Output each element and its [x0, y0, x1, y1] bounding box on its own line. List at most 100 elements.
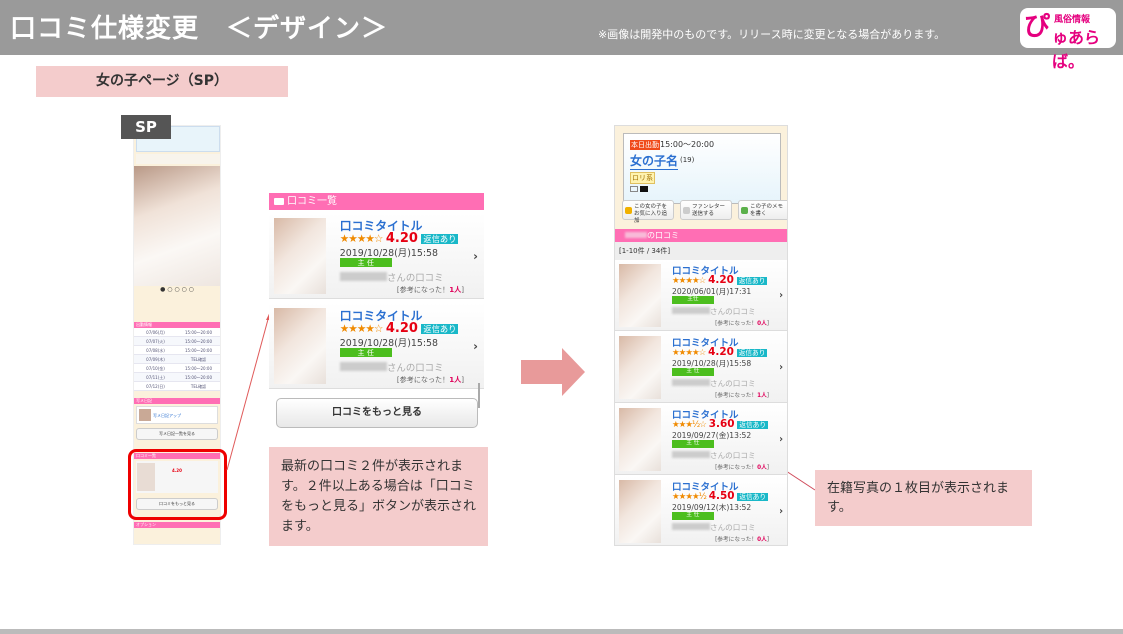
footer-line: [0, 629, 1123, 634]
chevron-right-icon[interactable]: ›: [779, 434, 783, 445]
reviewer-name: さんの口コミ: [672, 378, 756, 389]
review-count: [1-10件 / 34件]: [615, 242, 787, 260]
review-score: 4.20: [708, 346, 734, 359]
review-item[interactable]: 口コミタイトル ★★★½☆ 3.60 返信あり 2019/09/27(金)13:52 主 …: [615, 404, 787, 475]
star-icon: [625, 207, 632, 214]
chevron-right-icon[interactable]: ›: [473, 339, 478, 353]
pencil-icon: [741, 207, 748, 214]
review-photo: [618, 407, 661, 472]
reviewer-name: さんの口コミ: [672, 522, 756, 533]
reviewer-name: さんの口コミ: [672, 306, 756, 317]
review-score: 4.20: [708, 274, 734, 287]
action-button[interactable]: この女の子をお気に入り追加: [622, 200, 674, 224]
helpful-count: [参考になった！0人]: [715, 536, 769, 543]
more-reviews-button[interactable]: 口コミをもっと見る: [276, 398, 478, 428]
helpful-count: [参考になった！1人]: [396, 374, 464, 384]
rank-badge: 主 任: [339, 347, 392, 358]
letter-icon: [683, 207, 690, 214]
today-badge: 本日出勤: [630, 140, 660, 150]
girl-name[interactable]: 女の子名: [630, 152, 679, 170]
review-date: 2019/09/12(木)13:52: [672, 502, 752, 512]
book-icon: [630, 186, 638, 192]
chevron-right-icon[interactable]: ›: [779, 362, 783, 373]
rating-row: ★★★★☆ 4.20 返信あり: [340, 231, 459, 246]
girl-review-title: の口コミ: [647, 231, 679, 240]
rating-row: ★★★½☆ 3.60 返信あり: [672, 418, 768, 430]
chevron-right-icon[interactable]: ›: [779, 290, 783, 301]
star-rating-icon: ★★★★☆: [339, 321, 384, 335]
review-photo: [618, 263, 661, 328]
reply-badge: 返信あり: [737, 421, 768, 430]
review-score: 3.60: [708, 418, 735, 431]
review-photo: [618, 335, 661, 400]
girl-age: (19): [680, 156, 695, 164]
scrollbar[interactable]: [478, 383, 480, 408]
review-item[interactable]: 口コミタイトル ★★★★½ 4.50 返信あり 2019/09/12(木)13:52 主 …: [615, 476, 787, 545]
reviewer-name: さんの口コミ: [672, 450, 756, 461]
rank-badge: 主 任: [672, 368, 714, 376]
reviewer-suffix: さんの口コミ: [710, 450, 756, 460]
reviewer-suffix: さんの口コミ: [710, 522, 756, 532]
connector-lines: [226, 311, 816, 491]
reviewer-suffix: さんの口コミ: [710, 378, 756, 388]
helpful-count: [参考になった！1人]: [396, 284, 464, 294]
chevron-right-icon[interactable]: ›: [779, 506, 783, 517]
helpful-count: [参考になった！1人]: [715, 392, 769, 399]
action-button[interactable]: ファンレター送信する: [680, 200, 732, 220]
reviewer-suffix: さんの口コミ: [386, 272, 444, 284]
review-list-panel: 口コミ一覧 口コミタイトル ★★★★☆ 4.20 返信あり 2019/10/28(月)1…: [269, 193, 484, 431]
arrow-right-icon: [521, 348, 585, 396]
chevron-right-icon[interactable]: ›: [473, 249, 478, 263]
rank-badge: 主 任: [339, 257, 392, 268]
reply-badge: 返信あり: [737, 493, 768, 502]
action-button-label: この女の子をお気に入り追加: [634, 204, 668, 224]
note-box-photo: 在籍写真の１枚目が表示されます。: [815, 470, 1032, 526]
review-date: 2019/10/28(月)15:58: [339, 337, 439, 349]
girl-review-header: の口コミ: [615, 229, 787, 242]
review-item[interactable]: 口コミタイトル ★★★★☆ 4.20 返信あり 2019/10/28(月)15:58 主 …: [269, 213, 484, 299]
review-score: 4.20: [385, 230, 418, 246]
rating-row: ★★★★☆ 4.20 返信あり: [340, 321, 459, 336]
rank-badge: 主 任: [672, 440, 714, 448]
review-date: 2019/10/28(月)15:58: [339, 247, 439, 259]
reviewer-name: さんの口コミ: [339, 270, 444, 284]
reply-badge: 返信あり: [736, 277, 768, 286]
comment-icon: [274, 198, 284, 205]
review-photo: [273, 217, 326, 295]
review-item[interactable]: 口コミタイトル ★★★★☆ 4.20 返信あり 2019/10/28(月)15:58 主 …: [615, 332, 787, 403]
review-list-title: 口コミ一覧: [287, 196, 337, 207]
work-time: 15:00～20:00: [660, 140, 715, 149]
rating-row: ★★★★☆ 4.20 返信あり: [672, 274, 768, 287]
star-rating-icon: ★★★★☆: [339, 231, 384, 245]
girl-info-card: 本日出勤 15:00～20:00 女の子名 (19) ロリ系: [623, 133, 781, 204]
review-photo: [273, 307, 326, 385]
review-item[interactable]: 口コミタイトル ★★★★☆ 4.20 返信あり 2019/10/28(月)15:58 主 …: [269, 303, 484, 389]
review-date: 2020/06/01(月)17:31: [672, 286, 752, 296]
video-icon: [640, 186, 648, 192]
rating-row: ★★★★½ 4.50 返信あり: [672, 490, 768, 502]
action-button-label: ファンレター送信する: [692, 204, 726, 217]
reviewer-suffix: さんの口コミ: [386, 362, 444, 374]
note-box-latest-reviews: 最新の口コミ２件が表示されます。２件以上ある場合は「口コミをもっと見る」ボタンが…: [269, 447, 488, 546]
reviewer-name: さんの口コミ: [339, 360, 444, 374]
action-button-label: この子のメモを書く: [750, 204, 784, 217]
reply-badge: 返信あり: [421, 233, 459, 244]
helpful-count: [参考になった！0人]: [715, 464, 769, 471]
reply-badge: 返信あり: [736, 349, 768, 358]
action-button[interactable]: この子のメモを書く: [738, 200, 787, 220]
review-item[interactable]: 口コミタイトル ★★★★☆ 4.20 返信あり 2020/06/01(月)17:31 主任…: [615, 260, 787, 331]
review-score: 4.20: [385, 320, 418, 336]
rank-badge: 主任: [672, 296, 714, 304]
rating-row: ★★★★☆ 4.20 返信あり: [672, 346, 768, 359]
type-tag: ロリ系: [630, 172, 655, 184]
review-date: 2019/09/27(金)13:52: [672, 430, 752, 440]
review-score: 4.50: [708, 490, 735, 503]
review-list-header: 口コミ一覧: [269, 193, 484, 210]
rank-badge: 主 任: [672, 512, 714, 520]
reviewer-suffix: さんの口コミ: [710, 306, 756, 316]
review-photo: [618, 479, 661, 544]
helpful-count: [参考になった！0人]: [715, 320, 769, 327]
girl-page-panel: 本日出勤 15:00～20:00 女の子名 (19) ロリ系 この女の子をお気に…: [614, 125, 788, 546]
reply-badge: 返信あり: [421, 323, 459, 334]
review-date: 2019/10/28(月)15:58: [672, 358, 752, 368]
